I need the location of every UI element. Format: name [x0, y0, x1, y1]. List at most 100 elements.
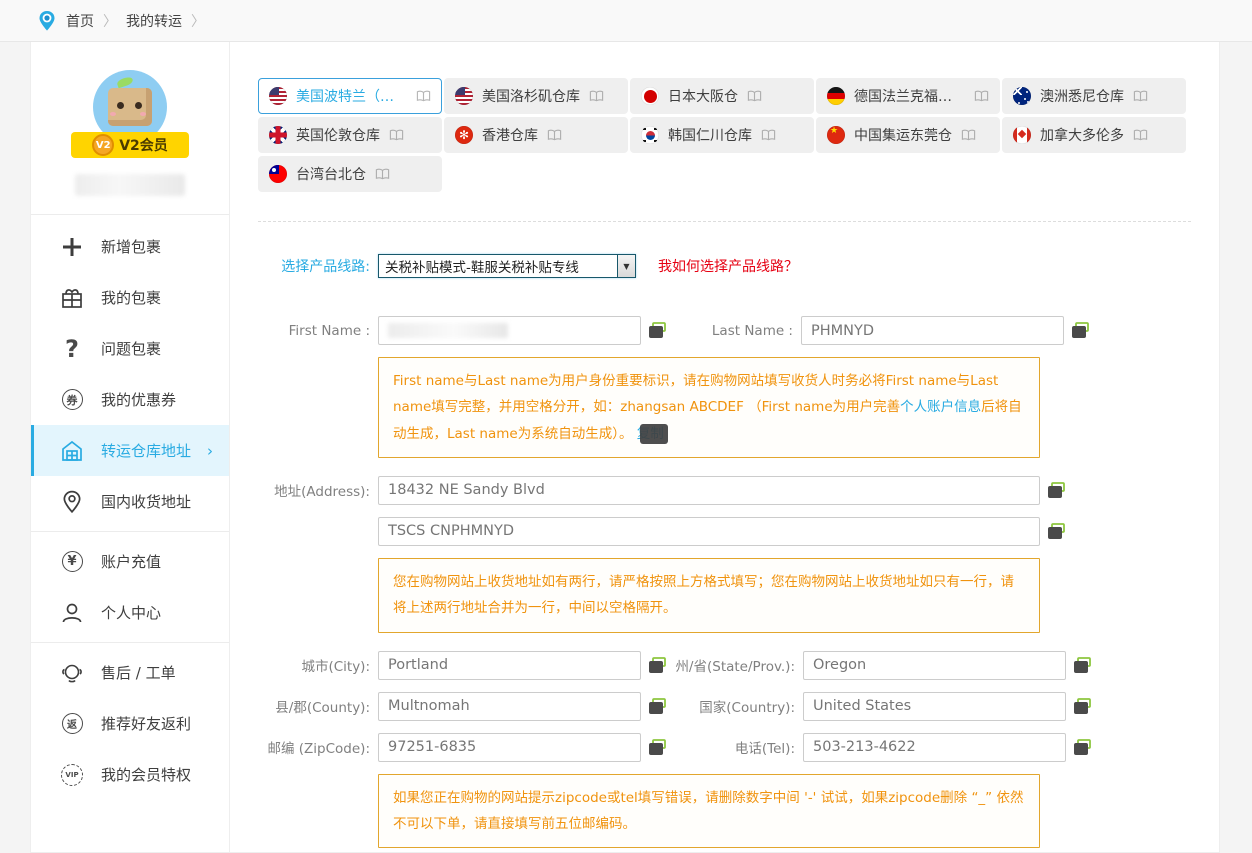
product-line-select[interactable]: 关税补贴模式-鞋服关税补贴专线 ▼ — [378, 254, 636, 278]
address-book-icon — [761, 129, 776, 141]
address-book-icon — [375, 168, 390, 180]
copy-icon[interactable] — [1071, 322, 1090, 339]
tab-warehouse-taiwan-taipei[interactable]: 台湾台北仓 — [258, 156, 442, 192]
address-book-icon — [747, 90, 762, 102]
main-panel: 美国波特兰（免... 美国洛杉矶仓库 日本大阪仓 德国法兰克福仓库 澳洲悉尼仓库 — [230, 42, 1220, 853]
address-book-icon — [547, 129, 562, 141]
tab-warehouse-us-portland[interactable]: 美国波特兰（免... — [258, 78, 442, 114]
sidebar-item-label: 我的优惠券 — [101, 389, 176, 410]
headset-icon — [59, 660, 85, 686]
sidebar-item-label: 转运仓库地址 — [101, 440, 191, 461]
sidebar-item-recharge[interactable]: ¥ 账户充值 — [31, 536, 229, 587]
copy-icon[interactable] — [1047, 523, 1066, 540]
copy-icon[interactable] — [1073, 698, 1092, 715]
sidebar-item-warehouse-address[interactable]: 转运仓库地址 › — [31, 425, 229, 476]
state-value: Oregon — [813, 657, 866, 673]
tel-value: 503-213-4622 — [813, 739, 916, 755]
question-icon: ? — [59, 336, 85, 362]
warehouse-address-form: 选择产品线路: 关税补贴模式-鞋服关税补贴专线 ▼ 我如何选择产品线路？ Fir… — [258, 222, 1191, 853]
first-name-field[interactable] — [378, 316, 641, 345]
us-flag-icon — [455, 87, 473, 105]
sidebar-item-member-privileges[interactable]: VIP 我的会员特权 — [31, 749, 229, 800]
sidebar-item-label: 我的包裹 — [101, 287, 161, 308]
state-field[interactable]: Oregon — [803, 651, 1066, 680]
tab-warehouse-germany-frankfurt[interactable]: 德国法兰克福仓库 — [816, 78, 1000, 114]
country-value: United States — [813, 698, 911, 714]
address-book-icon — [974, 90, 989, 102]
sidebar-item-label: 国内收货地址 — [101, 491, 191, 512]
address-book-icon — [1133, 90, 1148, 102]
account-info-link[interactable]: 个人账户信息 — [900, 399, 981, 415]
zipcode-note: 如果您正在购物的网站提示zipcode或tel填写错误，请删除数字中间 '-' … — [378, 774, 1040, 849]
address-book-icon — [1133, 129, 1148, 141]
copy-icon[interactable] — [648, 657, 667, 674]
sidebar-item-label: 售后 / 工单 — [101, 662, 176, 683]
zipcode-field[interactable]: 97251-6835 — [378, 733, 641, 762]
address-book-icon — [389, 129, 404, 141]
hongkong-flag-icon — [455, 126, 473, 144]
username-redacted — [75, 174, 185, 196]
last-name-field[interactable]: PHMNYD — [801, 316, 1064, 345]
address-line2-field[interactable]: TSCS CNPHMNYD — [378, 517, 1040, 546]
breadcrumb-current[interactable]: 我的转运 — [126, 11, 182, 31]
breadcrumb-home[interactable]: 首页 — [66, 11, 94, 31]
copy-icon[interactable] — [648, 322, 667, 339]
tab-warehouse-korea-incheon[interactable]: 韩国仁川仓库 — [630, 117, 814, 153]
copy-flash-overlay-icon[interactable] — [640, 424, 668, 444]
uk-flag-icon — [269, 126, 287, 144]
warehouse-tabs: 美国波特兰（免... 美国洛杉矶仓库 日本大阪仓 德国法兰克福仓库 澳洲悉尼仓库 — [258, 78, 1192, 195]
dropdown-arrow-icon[interactable]: ▼ — [617, 255, 635, 277]
name-format-note: First name与Last name为用户身份重要标识，请在购物网站填写收货… — [378, 357, 1040, 458]
state-label: 州/省(State/Prov.): — [667, 655, 803, 675]
address-book-icon — [416, 90, 431, 102]
china-flag-icon — [827, 126, 845, 144]
tab-warehouse-uk-london[interactable]: 英国伦敦仓库 — [258, 117, 442, 153]
vip-icon: VIP — [59, 762, 85, 788]
first-name-redacted-value — [388, 323, 508, 338]
city-field[interactable]: Portland — [378, 651, 641, 680]
tab-warehouse-japan-osaka[interactable]: 日本大阪仓 — [630, 78, 814, 114]
sidebar-item-add-package[interactable]: 新增包裹 — [31, 221, 229, 272]
tab-warehouse-australia-sydney[interactable]: 澳洲悉尼仓库 — [1002, 78, 1186, 114]
address-line1-value: 18432 NE Sandy Blvd — [388, 482, 545, 498]
last-name-label: Last Name : — [695, 323, 801, 339]
address-book-icon — [961, 129, 976, 141]
korea-flag-icon — [641, 126, 659, 144]
sidebar-item-label: 个人中心 — [101, 602, 161, 623]
sidebar-item-referral[interactable]: 返 推荐好友返利 — [31, 698, 229, 749]
sidebar-menu: 新增包裹 我的包裹 ? 问题包裹 券 我的优惠券 — [31, 215, 229, 800]
country-field[interactable]: United States — [803, 692, 1066, 721]
address-book-icon — [589, 90, 604, 102]
tel-field[interactable]: 503-213-4622 — [803, 733, 1066, 762]
copy-icon[interactable] — [648, 698, 667, 715]
address-line2-value: TSCS CNPHMNYD — [388, 523, 514, 539]
vip-medal-icon: V2 — [92, 134, 114, 156]
sidebar-item-label: 推荐好友返利 — [101, 713, 191, 734]
sidebar-item-personal-center[interactable]: 个人中心 — [31, 587, 229, 638]
city-value: Portland — [388, 657, 448, 673]
copy-icon[interactable] — [648, 739, 667, 756]
last-name-value: PHMNYD — [811, 323, 874, 339]
sidebar-item-domestic-address[interactable]: 国内收货地址 — [31, 476, 229, 527]
tab-warehouse-canada-toronto[interactable]: 加拿大多伦多 — [1002, 117, 1186, 153]
county-field[interactable]: Multnomah — [378, 692, 641, 721]
sidebar-item-coupons[interactable]: 券 我的优惠券 — [31, 374, 229, 425]
address-line1-field[interactable]: 18432 NE Sandy Blvd — [378, 476, 1040, 505]
product-line-help-link[interactable]: 我如何选择产品线路？ — [658, 256, 798, 276]
tab-warehouse-china-dongguan[interactable]: 中国集运东莞仓 — [816, 117, 1000, 153]
sidebar-item-label: 我的会员特权 — [101, 764, 191, 785]
sidebar-item-label: 问题包裹 — [101, 338, 161, 359]
copy-icon[interactable] — [1047, 482, 1066, 499]
germany-flag-icon — [827, 87, 845, 105]
zipcode-value: 97251-6835 — [388, 739, 476, 755]
address-format-note: 您在购物网站上收货地址如有两行，请严格按照上方格式填写；您在购物网站上收货地址如… — [378, 558, 1040, 633]
sidebar-item-my-packages[interactable]: 我的包裹 — [31, 272, 229, 323]
sidebar-item-after-sales[interactable]: 售后 / 工单 — [31, 647, 229, 698]
copy-icon[interactable] — [1073, 739, 1092, 756]
tab-warehouse-hongkong[interactable]: 香港仓库 — [444, 117, 628, 153]
city-label: 城市(City): — [258, 655, 378, 675]
tab-warehouse-us-la[interactable]: 美国洛杉矶仓库 — [444, 78, 628, 114]
copy-icon[interactable] — [1073, 657, 1092, 674]
sidebar-item-problem-packages[interactable]: ? 问题包裹 — [31, 323, 229, 374]
product-line-selected-value: 关税补贴模式-鞋服关税补贴专线 — [379, 256, 617, 276]
